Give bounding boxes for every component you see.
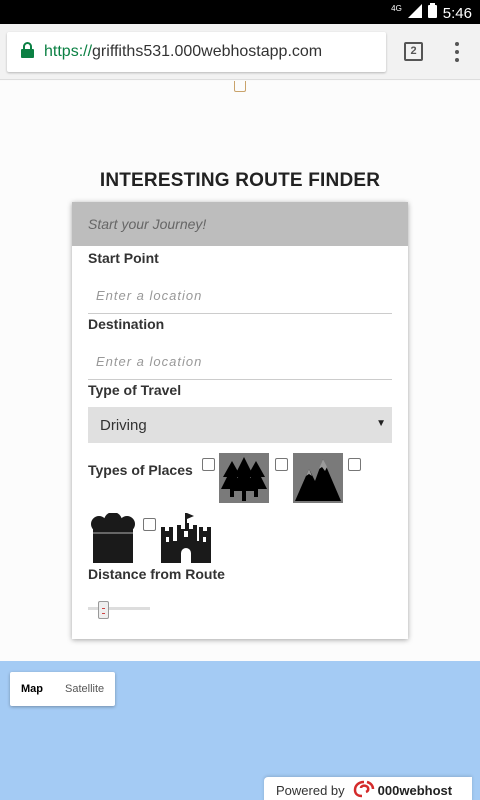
powered-by-text: Powered by [276,782,345,798]
header-marker [234,81,246,92]
tab-switcher-button[interactable]: 2 [404,42,423,61]
mountain-icon [293,453,343,503]
overflow-menu-icon[interactable] [452,40,462,64]
start-point-input[interactable] [88,278,392,314]
restaurant-icon [88,513,138,563]
battery-icon [427,3,437,23]
route-form-card: Start your Journey! Start Point Destinat… [72,202,408,639]
card-header-text: Start your Journey! [88,216,207,232]
clock: 5:46 [442,4,472,22]
slider-thumb[interactable] [98,601,109,619]
page-content: INTERESTING ROUTE FINDER Start your Jour… [0,81,480,800]
browser-toolbar: https://griffiths531.000webhostapp.com 2 [0,24,480,80]
forest-icon [219,453,269,503]
travel-type-value: Driving [100,416,147,434]
page-title: INTERESTING ROUTE FINDER [99,170,381,191]
url-host: griffiths531.000webhostapp.com [92,43,323,60]
destination-input[interactable] [88,344,392,380]
powered-by-badge[interactable]: Powered by 000webhost [264,777,472,800]
castle-checkbox[interactable] [143,518,156,531]
url-scheme: https:// [44,43,93,60]
forest-checkbox[interactable] [202,458,215,471]
distance-slider[interactable] [88,601,150,619]
dropdown-arrow-icon: ▼ [376,418,386,429]
restaurant-checkbox[interactable] [348,458,361,471]
places-type-label: Types of Places [88,462,193,478]
webhost-logo-icon [353,780,375,800]
mountain-checkbox[interactable] [275,458,288,471]
satellite-button[interactable]: Satellite [54,672,115,706]
destination-label: Destination [88,316,165,332]
status-icons: 4G 5:46 [391,3,472,23]
travel-type-label: Type of Travel [88,382,182,398]
brand-name: 000webhost [377,782,453,798]
travel-type-select[interactable]: Driving ▼ [88,407,392,443]
map-button[interactable]: Map [10,672,54,706]
map-type-control: Map Satellite [10,672,116,706]
lock-icon [21,41,34,63]
start-point-label: Start Point [88,250,159,266]
url-text: https://griffiths531.000webhostapp.com [44,43,322,61]
signal-icon [407,3,422,23]
distance-label: Distance from Route [88,566,225,582]
network-type: 4G [391,3,402,13]
address-bar[interactable]: https://griffiths531.000webhostapp.com [7,32,386,72]
card-header: Start your Journey! [72,202,408,246]
status-bar: 4G 5:46 [0,0,480,24]
castle-icon [161,513,211,563]
